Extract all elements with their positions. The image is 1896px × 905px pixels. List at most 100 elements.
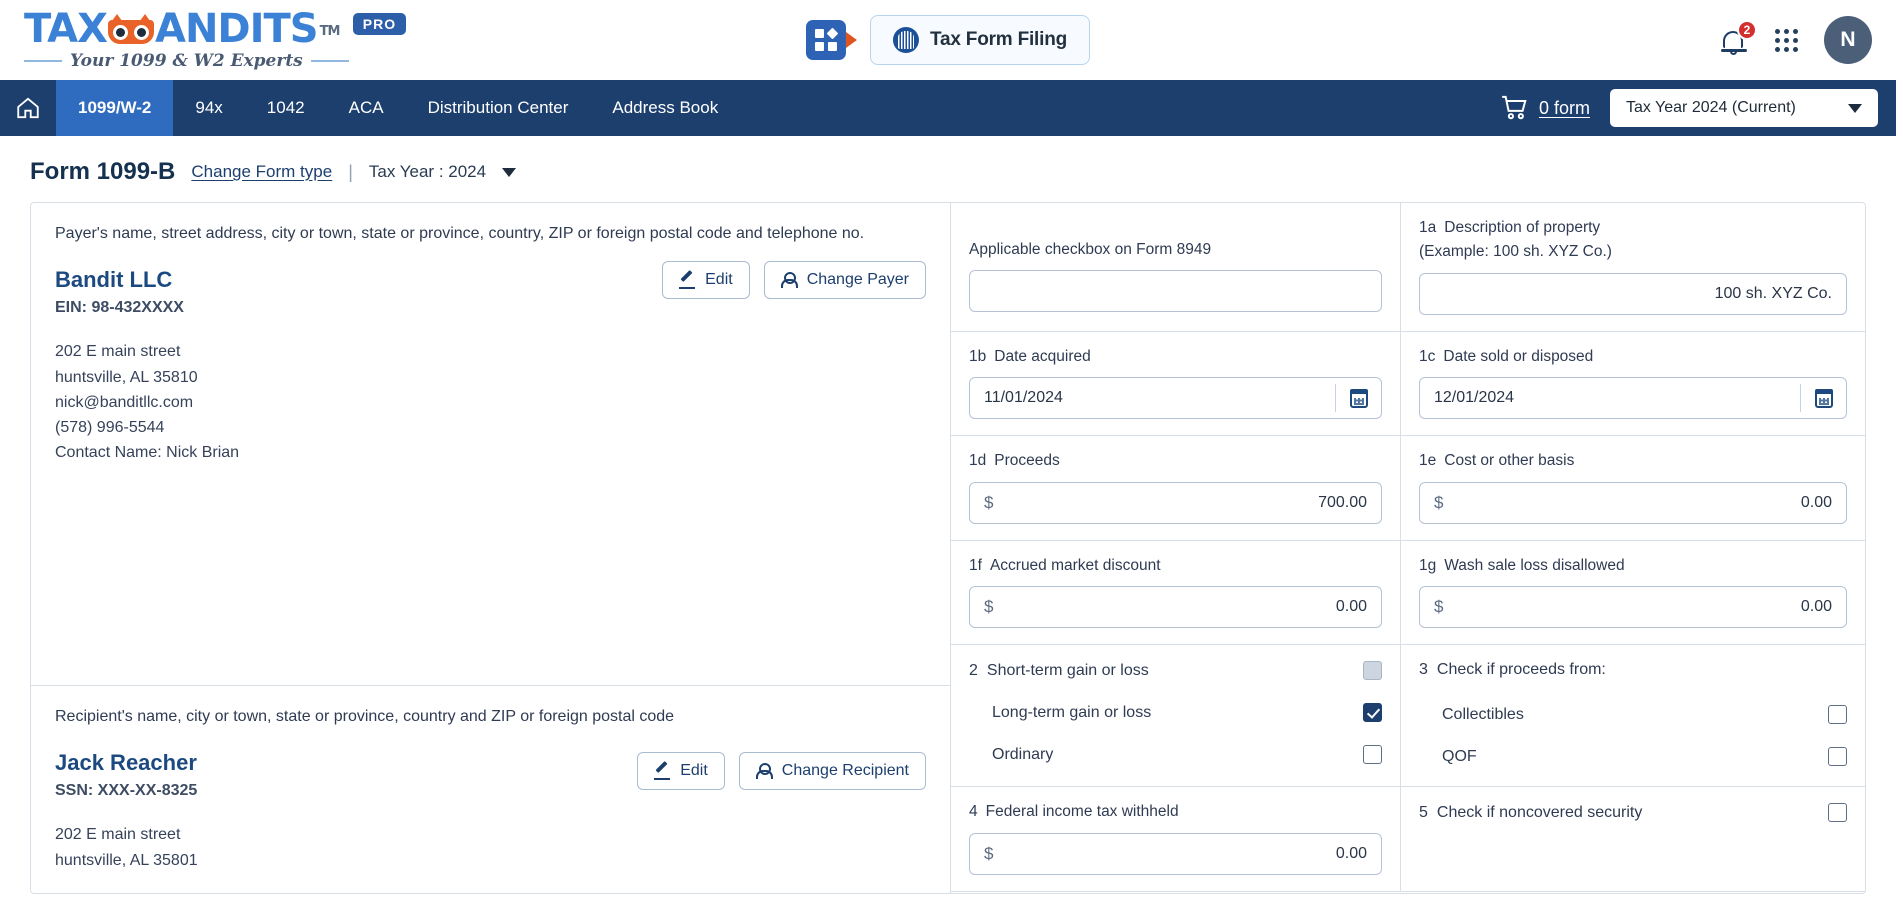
long-term-label-wrap: Long-term gain or loss <box>969 704 1151 722</box>
recipient-address-line1: 202 E main street <box>55 822 926 847</box>
home-icon[interactable] <box>0 80 56 136</box>
federal-withheld-input[interactable]: $ 0.00 <box>969 833 1382 875</box>
apps-launcher-icon[interactable] <box>806 20 846 60</box>
nav-item-1042[interactable]: 1042 <box>245 80 327 136</box>
brand-wordmark: TAX ANDITS TM <box>24 9 349 49</box>
separator: | <box>348 162 353 183</box>
trademark-symbol: TM <box>320 25 340 38</box>
payer-actions: Edit Change Payer <box>662 261 926 299</box>
accrued-discount-input[interactable]: $ 0.00 <box>969 586 1382 628</box>
fields-column: Applicable checkbox on Form 8949 1a Desc… <box>951 203 1865 893</box>
field-row-4-5: 4 Federal income tax withheld $ 0.00 5 C… <box>951 787 1865 891</box>
long-term-checkbox[interactable] <box>1363 703 1382 722</box>
payer-address-line2: huntsville, AL 35810 <box>55 365 926 390</box>
field-label-text: Wash sale loss disallowed <box>1444 555 1624 577</box>
qof-label-wrap: QOF <box>1419 748 1477 766</box>
tax-year-select[interactable]: Tax Year 2024 (Current) <box>1610 89 1878 127</box>
desc-property-hint: (Example: 100 sh. XYZ Co.) <box>1419 241 1847 263</box>
tax-form-filing-label: Tax Form Filing <box>930 29 1067 51</box>
nav-item-aca[interactable]: ACA <box>327 80 406 136</box>
field-checkbox-8949: Applicable checkbox on Form 8949 <box>951 203 1401 331</box>
bell-clapper-icon <box>1730 50 1737 55</box>
calendar-icon[interactable] <box>1335 384 1381 412</box>
pencil-icon <box>654 763 671 780</box>
wash-sale-input[interactable]: $ 0.00 <box>1419 586 1847 628</box>
wash-sale-value: 0.00 <box>1801 598 1832 616</box>
collectibles-checkbox[interactable] <box>1828 705 1847 724</box>
pro-badge: PRO <box>353 13 406 35</box>
nav-item-address-book[interactable]: Address Book <box>590 80 740 136</box>
parties-column: Payer's name, street address, city or to… <box>31 203 951 893</box>
noncovered-checkbox[interactable] <box>1828 803 1847 822</box>
ordinary-label-wrap: Ordinary <box>969 746 1053 764</box>
nav-label: Address Book <box>612 98 718 118</box>
proceeds-input[interactable]: $ 700.00 <box>969 482 1382 524</box>
date-sold-value: 12/01/2024 <box>1434 389 1514 407</box>
desc-property-label: 1a Description of property <box>1419 217 1847 239</box>
short-term-checkbox[interactable] <box>1363 661 1382 680</box>
noncovered-label: Check if noncovered security <box>1437 804 1642 822</box>
change-payer-button[interactable]: Change Payer <box>764 261 926 299</box>
person-swap-icon <box>756 763 773 780</box>
nav-label: Distribution Center <box>428 98 569 118</box>
cart-link[interactable]: 0 form <box>1501 95 1590 121</box>
date-acquired-input[interactable]: 11/01/2024 <box>969 377 1382 419</box>
qof-label: QOF <box>1442 748 1477 766</box>
header-center-group: Tax Form Filing <box>806 15 1090 65</box>
date-acquired-value: 11/01/2024 <box>984 389 1063 407</box>
cost-basis-value: 0.00 <box>1801 494 1832 512</box>
qof-checkbox[interactable] <box>1828 747 1847 766</box>
field-date-acquired: 1b Date acquired 11/01/2024 <box>951 332 1401 435</box>
calendar-icon[interactable] <box>1800 384 1846 412</box>
avatar[interactable]: N <box>1824 16 1872 64</box>
ordinary-checkbox[interactable] <box>1363 745 1382 764</box>
recipient-edit-label: Edit <box>680 762 708 780</box>
cost-basis-label: 1e Cost or other basis <box>1419 450 1847 472</box>
field-label-text: Description of property <box>1444 217 1600 239</box>
notifications-button[interactable]: 2 <box>1721 25 1749 55</box>
notification-count-badge: 2 <box>1737 20 1757 40</box>
qof-row[interactable]: QOF <box>1419 747 1847 766</box>
chevron-down-icon <box>1848 104 1862 113</box>
person-swap-icon <box>781 272 798 289</box>
long-term-row[interactable]: Long-term gain or loss <box>969 703 1382 722</box>
field-number: 1b <box>969 346 986 368</box>
field-number: 1f <box>969 555 982 577</box>
field-number: 2 <box>969 662 978 680</box>
short-term-label: Short-term gain or loss <box>987 662 1149 680</box>
collectibles-label: Collectibles <box>1442 706 1524 724</box>
proceeds-label: 1d Proceeds <box>969 450 1382 472</box>
cost-basis-input[interactable]: $ 0.00 <box>1419 482 1847 524</box>
field-row-1f-1g: 1f Accrued market discount $ 0.00 1g Was… <box>951 541 1865 645</box>
field-number: 5 <box>1419 804 1428 822</box>
cart-label: 0 form <box>1539 98 1590 119</box>
date-sold-input[interactable]: 12/01/2024 <box>1419 377 1847 419</box>
nav-label: 1042 <box>267 98 305 118</box>
field-number: 1d <box>969 450 986 472</box>
field-number: 1c <box>1419 346 1435 368</box>
short-term-row[interactable]: 2 Short-term gain or loss <box>969 661 1382 680</box>
owl-mascot-icon <box>108 14 154 44</box>
desc-property-input[interactable]: 100 sh. XYZ Co. <box>1419 273 1847 315</box>
payer-edit-button[interactable]: Edit <box>662 261 750 299</box>
nav-item-94x[interactable]: 94x <box>173 80 244 136</box>
nav-item-distribution-center[interactable]: Distribution Center <box>406 80 591 136</box>
collectibles-row[interactable]: Collectibles <box>1419 705 1847 724</box>
accrued-discount-value: 0.00 <box>1336 598 1367 616</box>
change-recipient-button[interactable]: Change Recipient <box>739 752 926 790</box>
checkbox-8949-input[interactable] <box>969 270 1382 312</box>
currency-symbol: $ <box>984 493 993 513</box>
change-form-type-link[interactable]: Change Form type <box>191 162 332 182</box>
payer-contact-name: Contact Name: Nick Brian <box>55 440 926 465</box>
tax-year-chevron-down-icon[interactable] <box>502 168 516 177</box>
apps-grid-icon[interactable] <box>1775 29 1798 52</box>
currency-symbol: $ <box>1434 597 1443 617</box>
brand-name-part1: TAX <box>24 9 107 49</box>
tax-form-filing-button[interactable]: Tax Form Filing <box>870 15 1090 65</box>
nav-item-1099-w2[interactable]: 1099/W-2 <box>56 80 173 136</box>
app-header: TAX ANDITS TM Your 1099 & W2 Experts PRO <box>0 0 1896 80</box>
recipient-edit-button[interactable]: Edit <box>637 752 725 790</box>
ordinary-row[interactable]: Ordinary <box>969 745 1382 764</box>
noncovered-row[interactable]: 5 Check if noncovered security <box>1419 803 1847 822</box>
brand-logo[interactable]: TAX ANDITS TM Your 1099 & W2 Experts PRO <box>24 9 406 71</box>
